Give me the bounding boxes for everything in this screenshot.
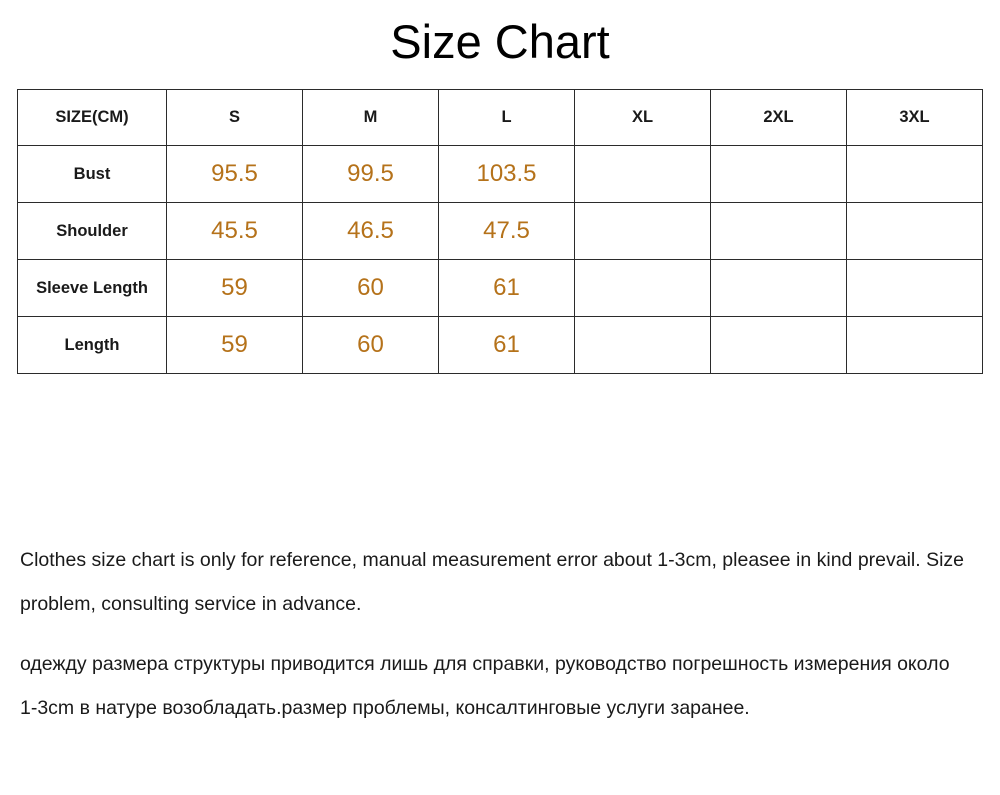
cell-shoulder-m: 46.5 — [302, 202, 439, 260]
cell-bust-xl — [574, 145, 711, 203]
column-header-s: S — [166, 89, 303, 146]
page-title: Size Chart — [390, 15, 610, 68]
column-header-2xl: 2XL — [710, 89, 847, 146]
column-header-3xl: 3XL — [846, 89, 983, 146]
cell-length-s: 59 — [166, 316, 303, 374]
cell-length-xl — [574, 316, 711, 374]
cell-sleeve-length-xl — [574, 259, 711, 317]
row-label-length: Length — [17, 316, 167, 374]
size-chart-table: SIZE(CM) S M L XL 2XL 3XL Bust 95.5 99.5… — [17, 89, 983, 374]
row-label-sleeve-length: Sleeve Length — [17, 259, 167, 317]
cell-sleeve-length-m: 60 — [302, 259, 439, 317]
column-header-m: M — [302, 89, 439, 146]
cell-shoulder-l: 47.5 — [438, 202, 575, 260]
table-row: Sleeve Length 59 60 61 — [17, 259, 983, 317]
cell-length-l: 61 — [438, 316, 575, 374]
cell-bust-l: 103.5 — [438, 145, 575, 203]
notes-section: Clothes size chart is only for reference… — [20, 538, 970, 730]
cell-length-m: 60 — [302, 316, 439, 374]
table-row: Bust 95.5 99.5 103.5 — [17, 145, 983, 203]
note-russian: одежду размера структуры приводится лишь… — [20, 653, 950, 719]
cell-sleeve-length-l: 61 — [438, 259, 575, 317]
table-row: Shoulder 45.5 46.5 47.5 — [17, 202, 983, 260]
cell-bust-m: 99.5 — [302, 145, 439, 203]
cell-shoulder-2xl — [710, 202, 847, 260]
table-row: Length 59 60 61 — [17, 316, 983, 374]
cell-sleeve-length-3xl — [846, 259, 983, 317]
cell-bust-2xl — [710, 145, 847, 203]
cell-shoulder-xl — [574, 202, 711, 260]
column-header-l: L — [438, 89, 575, 146]
cell-shoulder-3xl — [846, 202, 983, 260]
cell-length-3xl — [846, 316, 983, 374]
note-english: Clothes size chart is only for reference… — [20, 549, 965, 615]
size-chart-table-container: SIZE(CM) S M L XL 2XL 3XL Bust 95.5 99.5… — [17, 89, 983, 374]
cell-sleeve-length-s: 59 — [166, 259, 303, 317]
cell-sleeve-length-2xl — [710, 259, 847, 317]
cell-length-2xl — [710, 316, 847, 374]
row-label-shoulder: Shoulder — [17, 202, 167, 260]
cell-bust-3xl — [846, 145, 983, 203]
cell-bust-s: 95.5 — [166, 145, 303, 203]
column-header-size-cm: SIZE(CM) — [17, 89, 167, 146]
column-header-xl: XL — [574, 89, 711, 146]
row-label-bust: Bust — [17, 145, 167, 203]
table-header-row: SIZE(CM) S M L XL 2XL 3XL — [17, 89, 983, 146]
cell-shoulder-s: 45.5 — [166, 202, 303, 260]
